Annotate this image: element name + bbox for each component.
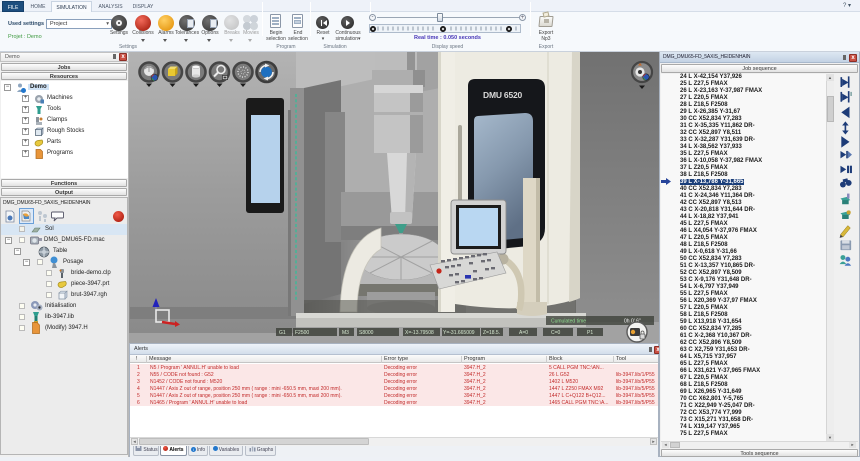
svg-text:Cumulated time: Cumulated time: [551, 319, 586, 325]
svg-text:S8000: S8000: [359, 330, 374, 336]
svg-text:X=-13.79508: X=-13.79508: [405, 330, 434, 336]
svg-text:G1: G1: [279, 330, 286, 336]
svg-text:C=0: C=0: [551, 330, 561, 336]
svg-text:DMU 6520: DMU 6520: [483, 90, 523, 100]
svg-text:Z=18.5.: Z=18.5.: [483, 330, 500, 336]
svg-text:Y=-31.665009: Y=-31.665009: [443, 330, 475, 336]
svg-text:F2500: F2500: [295, 330, 309, 336]
svg-text:A=0: A=0: [519, 330, 528, 336]
svg-text:P1: P1: [587, 330, 593, 336]
svg-text:M3: M3: [342, 330, 349, 336]
